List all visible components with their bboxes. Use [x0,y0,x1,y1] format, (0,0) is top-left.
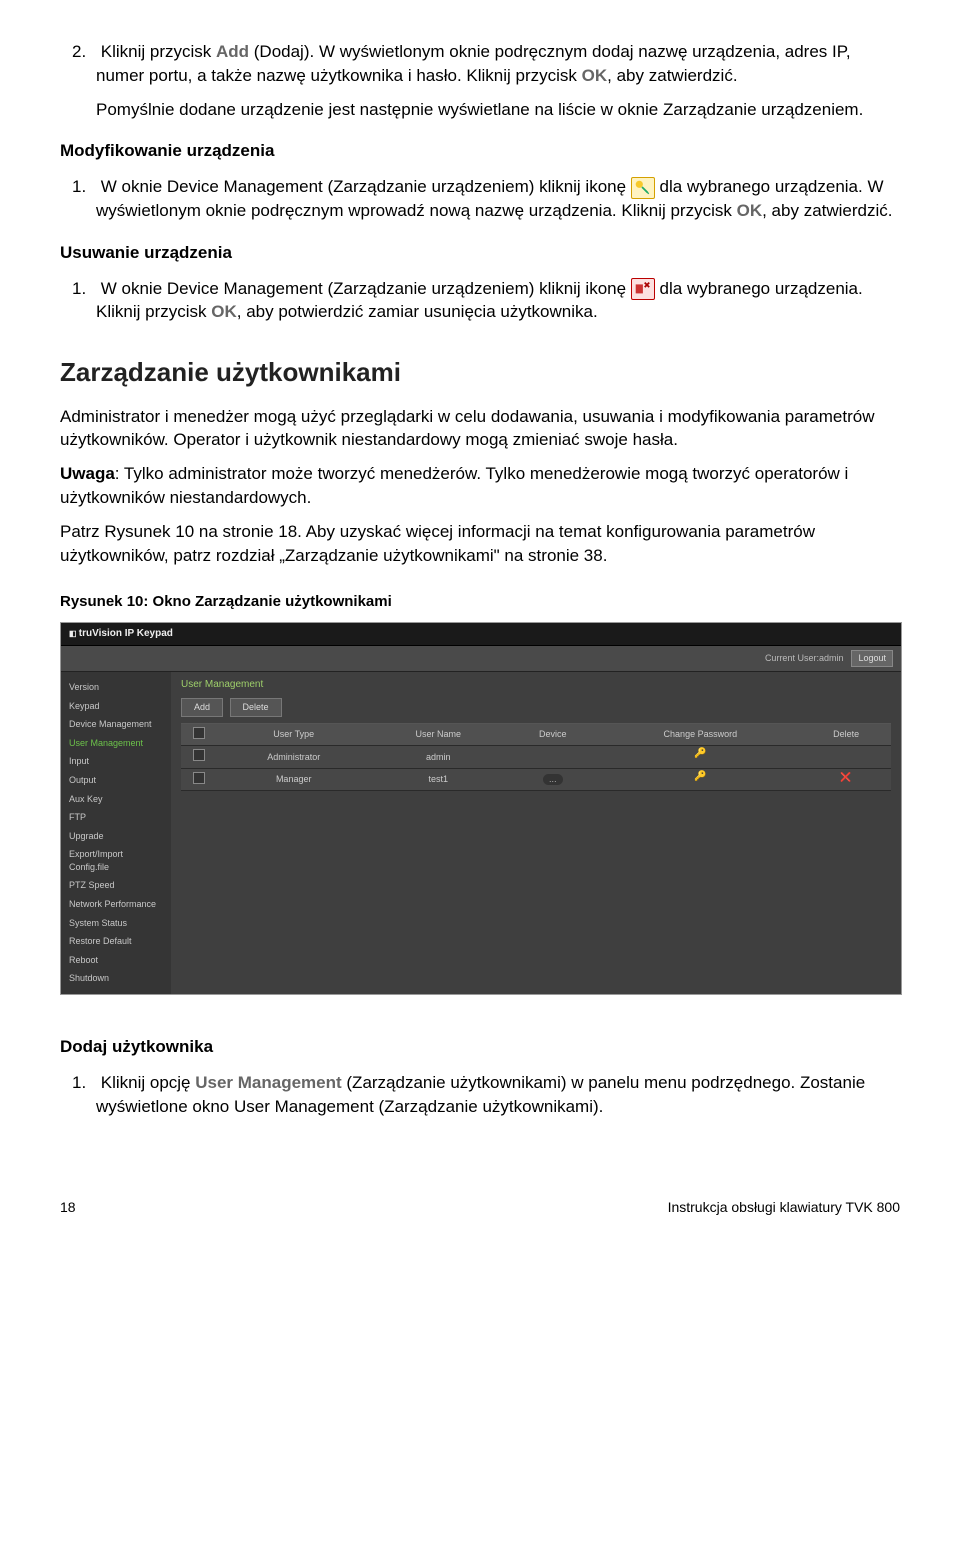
change-password-icon[interactable] [694,772,706,784]
current-user-label: Current User:admin [765,652,844,665]
cell-usertype: Administrator [217,746,370,769]
table-header-row: User Type User Name Device Change Passwo… [181,723,891,746]
ok-label: OK [211,302,237,321]
col-changepw: Change Password [599,723,801,746]
sidebar-item-ptz[interactable]: PTZ Speed [61,876,171,895]
list-item-delete: 1. W oknie Device Management (Zarządzani… [96,277,900,325]
list-number: 1. [72,175,96,199]
sidebar-item-shutdown[interactable]: Shutdown [61,969,171,988]
edit-icon [631,177,655,199]
delete-user-icon[interactable] [840,772,852,784]
list-item-step2: 2. Kliknij przycisk Add (Dodaj). W wyświ… [96,40,900,121]
ok-label: OK [737,201,763,220]
select-all-checkbox[interactable] [193,727,205,739]
table-row: Administrator admin [181,746,891,769]
sidebar: Version Keypad Device Management User Ma… [61,672,171,994]
row-checkbox[interactable] [193,772,205,784]
sidebar-item-sysstatus[interactable]: System Status [61,914,171,933]
ok-label: OK [582,66,608,85]
table-row: Manager test1 … [181,768,891,791]
list-item-modify: 1. W oknie Device Management (Zarządzani… [96,175,900,223]
adduser-text-a: Kliknij opcję [101,1073,196,1092]
delete-icon [631,278,655,300]
mod-text-c: , aby zatwierdzić. [762,201,892,220]
users-p2-rest: : Tylko administrator może tworzyć mened… [60,464,848,507]
add-label: Add [216,42,249,61]
users-table: User Type User Name Device Change Passwo… [181,723,891,792]
list-number: 2. [72,40,96,64]
step2-text-a: Kliknij przycisk [101,42,216,61]
cell-device [506,746,599,769]
sidebar-item-input[interactable]: Input [61,752,171,771]
users-p1: Administrator i menedżer mogą użyć przeg… [60,405,900,453]
list-item-adduser: 1. Kliknij opcję User Management (Zarząd… [96,1071,900,1119]
sidebar-item-keypad[interactable]: Keypad [61,697,171,716]
list-number: 1. [72,277,96,301]
doc-title: Instrukcja obsługi klawiatury TVK 800 [668,1198,900,1218]
cell-device[interactable]: … [506,768,599,791]
usermgmt-label: User Management [195,1073,341,1092]
col-device: Device [506,723,599,746]
add-button[interactable]: Add [181,698,223,717]
users-p3: Patrz Rysunek 10 na stronie 18. Aby uzys… [60,520,900,568]
main-panel: User Management Add Delete User Type Use… [171,672,901,994]
sidebar-item-restore[interactable]: Restore Default [61,932,171,951]
logout-button[interactable]: Logout [851,650,893,667]
del-text-a: W oknie Device Management (Zarządzanie u… [101,279,631,298]
cell-usertype: Manager [217,768,370,791]
users-p2: Uwaga: Tylko administrator może tworzyć … [60,462,900,510]
delete-button[interactable]: Delete [230,698,282,717]
heading-users: Zarządzanie użytkownikami [60,354,900,390]
app-titlebar: ◧ truVision IP Keypad [61,623,901,646]
sidebar-item-version[interactable]: Version [61,678,171,697]
section-title: User Management [181,678,891,692]
step2-para2: Pomyślnie dodane urządzenie jest następn… [96,98,900,122]
heading-delete: Usuwanie urządzenia [60,241,900,265]
sidebar-item-netperf[interactable]: Network Performance [61,895,171,914]
cell-username: test1 [370,768,506,791]
app-header: Current User:admin Logout [61,646,901,672]
change-password-icon[interactable] [694,749,706,761]
figure-caption: Rysunek 10: Okno Zarządzanie użytkownika… [60,591,900,612]
page-number: 18 [60,1198,76,1218]
col-username: User Name [370,723,506,746]
page-footer: 18 Instrukcja obsługi klawiatury TVK 800 [60,1198,900,1218]
del-text-c: , aby potwierdzić zamiar usunięcia użytk… [237,302,598,321]
col-delete: Delete [801,723,891,746]
sidebar-item-usermgmt[interactable]: User Management [61,734,171,753]
cell-username: admin [370,746,506,769]
note-label: Uwaga [60,464,115,483]
app-screenshot: ◧ truVision IP Keypad Current User:admin… [60,622,902,995]
sidebar-item-auxkey[interactable]: Aux Key [61,790,171,809]
sidebar-item-reboot[interactable]: Reboot [61,951,171,970]
app-logo: ◧ truVision IP Keypad [69,627,173,641]
col-usertype: User Type [217,723,370,746]
sidebar-item-ftp[interactable]: FTP [61,808,171,827]
list-number: 1. [72,1071,96,1095]
sidebar-item-export[interactable]: Export/Import Config.file [61,845,171,876]
step2-text-c: , aby zatwierdzić. [607,66,737,85]
mod-text-a: W oknie Device Management (Zarządzanie u… [101,177,631,196]
heading-modify: Modyfikowanie urządzenia [60,139,900,163]
sidebar-item-devicemgmt[interactable]: Device Management [61,715,171,734]
row-checkbox[interactable] [193,749,205,761]
sidebar-item-upgrade[interactable]: Upgrade [61,827,171,846]
sidebar-item-output[interactable]: Output [61,771,171,790]
heading-adduser: Dodaj użytkownika [60,1035,900,1059]
app-logo-text: truVision IP Keypad [79,628,173,639]
